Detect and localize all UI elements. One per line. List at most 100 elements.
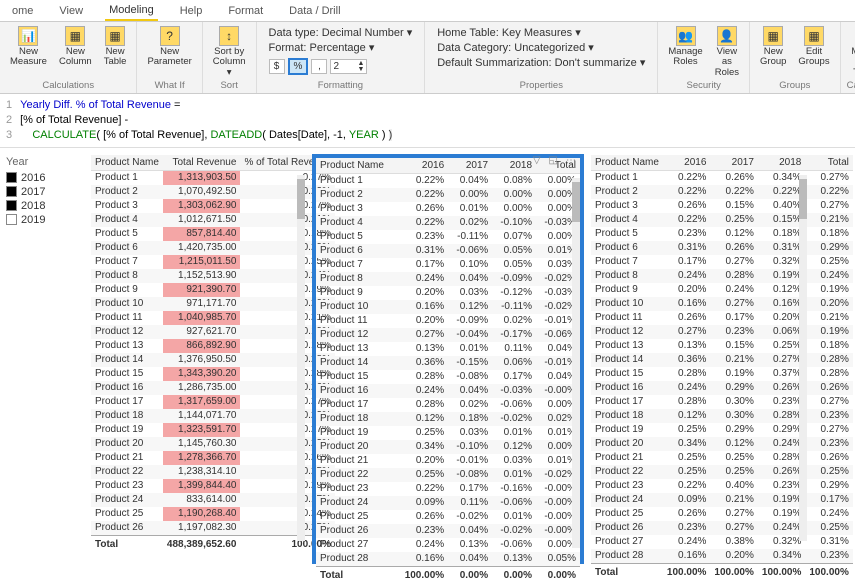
table-pct-by-year[interactable]: Product Name201620172018TotalProduct 10.…	[590, 154, 808, 554]
table-yearly-diff[interactable]: ▽◱⋯ Product Name201620172018TotalProduct…	[312, 154, 584, 564]
table-row[interactable]: Product 230.22%0.17%-0.16%-0.00%	[316, 482, 580, 496]
tab-ome[interactable]: ome	[8, 2, 37, 20]
table-row[interactable]: Product 130.13%0.01%0.11%0.04%	[316, 342, 580, 356]
column-header[interactable]: Product Name	[591, 155, 663, 171]
scrollbar[interactable]	[572, 178, 580, 548]
table-row[interactable]: Product 20.22%0.00%0.00%0.00%	[316, 188, 580, 202]
table-row[interactable]: Product 120.27%0.23%0.06%0.19%	[591, 325, 853, 339]
scrollbar[interactable]	[799, 175, 807, 541]
table-row[interactable]: Product 160.24%0.29%0.26%0.26%	[591, 381, 853, 395]
table-row[interactable]: Product 110.26%0.17%0.20%0.21%	[591, 311, 853, 325]
table-row[interactable]: Product 100.16%0.27%0.16%0.20%	[591, 297, 853, 311]
tab-datadrill[interactable]: Data / Drill	[285, 2, 344, 20]
table-row[interactable]: Product 190.25%0.03%0.01%0.01%	[316, 426, 580, 440]
table-row[interactable]: Product 80.24%0.04%-0.09%-0.02%	[316, 272, 580, 286]
ribbon-property[interactable]: Format: Percentage ▾	[269, 41, 413, 54]
table-row[interactable]: Product 90.20%0.24%0.12%0.19%	[591, 283, 853, 297]
column-header[interactable]: Total Revenue	[163, 155, 241, 171]
table-row[interactable]: Product 150.28%-0.08%0.17%0.04%	[316, 370, 580, 384]
table-row[interactable]: Product 110.20%-0.09%0.02%-0.01%	[316, 314, 580, 328]
table-row[interactable]: Product 210.25%0.25%0.28%0.26%	[591, 451, 853, 465]
slicer-item-2016[interactable]: 2016	[6, 172, 82, 184]
table-row[interactable]: Product 280.16%0.20%0.34%0.23%	[591, 549, 853, 564]
table-row[interactable]: Product 270.24%0.13%-0.06%0.00%	[316, 538, 580, 552]
table-row[interactable]: Product 80.24%0.28%0.19%0.24%	[591, 269, 853, 283]
fmt-dollar-button[interactable]: $	[269, 59, 285, 74]
scrollbar[interactable]	[297, 175, 305, 541]
tab-view[interactable]: View	[55, 2, 87, 20]
slicer-item-2018[interactable]: 2018	[6, 200, 82, 212]
table-row[interactable]: Product 240.09%0.21%0.19%0.17%	[591, 493, 853, 507]
table-row[interactable]: Product 260.23%0.27%0.24%0.25%	[591, 521, 853, 535]
fmt-comma-button[interactable]: ,	[311, 59, 327, 74]
table-row[interactable]: Product 260.23%0.04%-0.02%-0.00%	[316, 524, 580, 538]
table-row[interactable]: Product 250.26%0.27%0.19%0.24%	[591, 507, 853, 521]
column-header[interactable]: 2017	[448, 158, 492, 174]
table-row[interactable]: Product 100.16%0.12%-0.11%-0.02%	[316, 300, 580, 314]
table-row[interactable]: Product 70.17%0.10%0.05%0.03%	[316, 258, 580, 272]
column-header[interactable]: 2016	[396, 158, 449, 174]
tab-modeling[interactable]: Modeling	[105, 1, 158, 21]
viewas-roles-button[interactable]: 👤View asRoles	[711, 24, 743, 80]
formula-bar[interactable]: 123 Yearly Diff. % of Total Revenue = [%…	[0, 94, 855, 148]
column-header[interactable]: 2016	[663, 155, 710, 171]
table-row[interactable]: Product 220.25%-0.08%0.01%-0.02%	[316, 468, 580, 482]
table-row[interactable]: Product 170.28%0.30%0.23%0.27%	[591, 395, 853, 409]
table-row[interactable]: Product 180.12%0.18%-0.02%0.02%	[316, 412, 580, 426]
new-table-button[interactable]: ▦NewTable	[100, 24, 131, 70]
decimals-spinner[interactable]: ▲▼	[330, 59, 367, 74]
table-row[interactable]: Product 170.28%0.02%-0.06%0.00%	[316, 398, 580, 412]
table-row[interactable]: Product 130.13%0.15%0.25%0.18%	[591, 339, 853, 353]
visual-header[interactable]: ▽◱⋯	[533, 155, 576, 166]
ribbon-property[interactable]: Default Summarization: Don't summarize ▾	[437, 56, 645, 69]
table-row[interactable]: Product 190.25%0.29%0.29%0.27%	[591, 423, 853, 437]
table-row[interactable]: Product 30.26%0.15%0.40%0.27%	[591, 199, 853, 213]
edit-groups-button[interactable]: ▦EditGroups	[794, 24, 833, 70]
column-header[interactable]: 2017	[710, 155, 757, 171]
table-row[interactable]: Product 200.34%0.12%0.24%0.23%	[591, 437, 853, 451]
table-row[interactable]: Product 160.24%0.04%-0.03%-0.00%	[316, 384, 580, 398]
table-row[interactable]: Product 140.36%0.21%0.27%0.28%	[591, 353, 853, 367]
table-row[interactable]: Product 220.25%0.25%0.26%0.25%	[591, 465, 853, 479]
column-header[interactable]: Total	[805, 155, 852, 171]
table-row[interactable]: Product 10.22%0.04%0.08%0.00%	[316, 173, 580, 188]
table-row[interactable]: Product 70.17%0.27%0.32%0.25%	[591, 255, 853, 269]
table-row[interactable]: Product 240.09%0.11%-0.06%-0.00%	[316, 496, 580, 510]
table-row[interactable]: Product 250.26%-0.02%0.01%-0.00%	[316, 510, 580, 524]
table-row[interactable]: Product 200.34%-0.10%0.12%0.00%	[316, 440, 580, 454]
table-row[interactable]: Product 210.20%-0.01%0.03%0.01%	[316, 454, 580, 468]
slicer-item-2017[interactable]: 2017	[6, 186, 82, 198]
table-row[interactable]: Product 280.16%0.04%0.13%0.05%	[316, 552, 580, 567]
table-row[interactable]: Product 20.22%0.22%0.22%0.22%	[591, 185, 853, 199]
table-row[interactable]: Product 230.22%0.40%0.23%0.29%	[591, 479, 853, 493]
ribbon-property[interactable]: Data Category: Uncategorized ▾	[437, 41, 645, 54]
ribbon-property[interactable]: Home Table: Key Measures ▾	[437, 26, 645, 39]
table-row[interactable]: Product 10.22%0.26%0.34%0.27%	[591, 170, 853, 185]
new-measure-button[interactable]: 📊NewMeasure	[6, 24, 51, 70]
column-header[interactable]: Product Name	[316, 158, 396, 174]
table-row[interactable]: Product 140.36%-0.15%0.06%-0.01%	[316, 356, 580, 370]
column-header[interactable]: Product Name	[91, 155, 163, 171]
table-row[interactable]: Product 40.22%0.25%0.15%0.21%	[591, 213, 853, 227]
table-row[interactable]: Product 150.28%0.19%0.37%0.28%	[591, 367, 853, 381]
table-row[interactable]: Product 30.26%0.01%0.00%0.00%	[316, 202, 580, 216]
sortby-column-button[interactable]: ↕Sort byColumn ▾	[209, 24, 250, 80]
column-header[interactable]: 2018	[758, 155, 805, 171]
year-slicer[interactable]: Year 2016201720182019	[4, 154, 84, 230]
table-row[interactable]: Product 60.31%-0.06%0.05%0.01%	[316, 244, 580, 258]
table-row[interactable]: Product 270.24%0.38%0.32%0.31%	[591, 535, 853, 549]
markas-datetable-button[interactable]: 📅Mark asDate Table ▾	[847, 24, 855, 80]
manage-roles-button[interactable]: 👥ManageRoles	[664, 24, 706, 70]
fmt-pct-button[interactable]: %	[288, 58, 309, 75]
table-row[interactable]: Product 180.12%0.30%0.28%0.23%	[591, 409, 853, 423]
table-row[interactable]: Product 50.23%-0.11%0.07%0.00%	[316, 230, 580, 244]
new-group-button[interactable]: ▦NewGroup	[756, 24, 790, 70]
tab-help[interactable]: Help	[176, 2, 207, 20]
table-row[interactable]: Product 50.23%0.12%0.18%0.18%	[591, 227, 853, 241]
table-row[interactable]: Product 120.27%-0.04%-0.17%-0.06%	[316, 328, 580, 342]
column-header[interactable]: 2018	[492, 158, 536, 174]
table-row[interactable]: Product 40.22%0.02%-0.10%-0.03%	[316, 216, 580, 230]
slicer-item-2019[interactable]: 2019	[6, 214, 82, 226]
table-row[interactable]: Product 90.20%0.03%-0.12%-0.03%	[316, 286, 580, 300]
table-total-revenue[interactable]: Product NameTotal Revenue% of Total Reve…	[90, 154, 306, 554]
